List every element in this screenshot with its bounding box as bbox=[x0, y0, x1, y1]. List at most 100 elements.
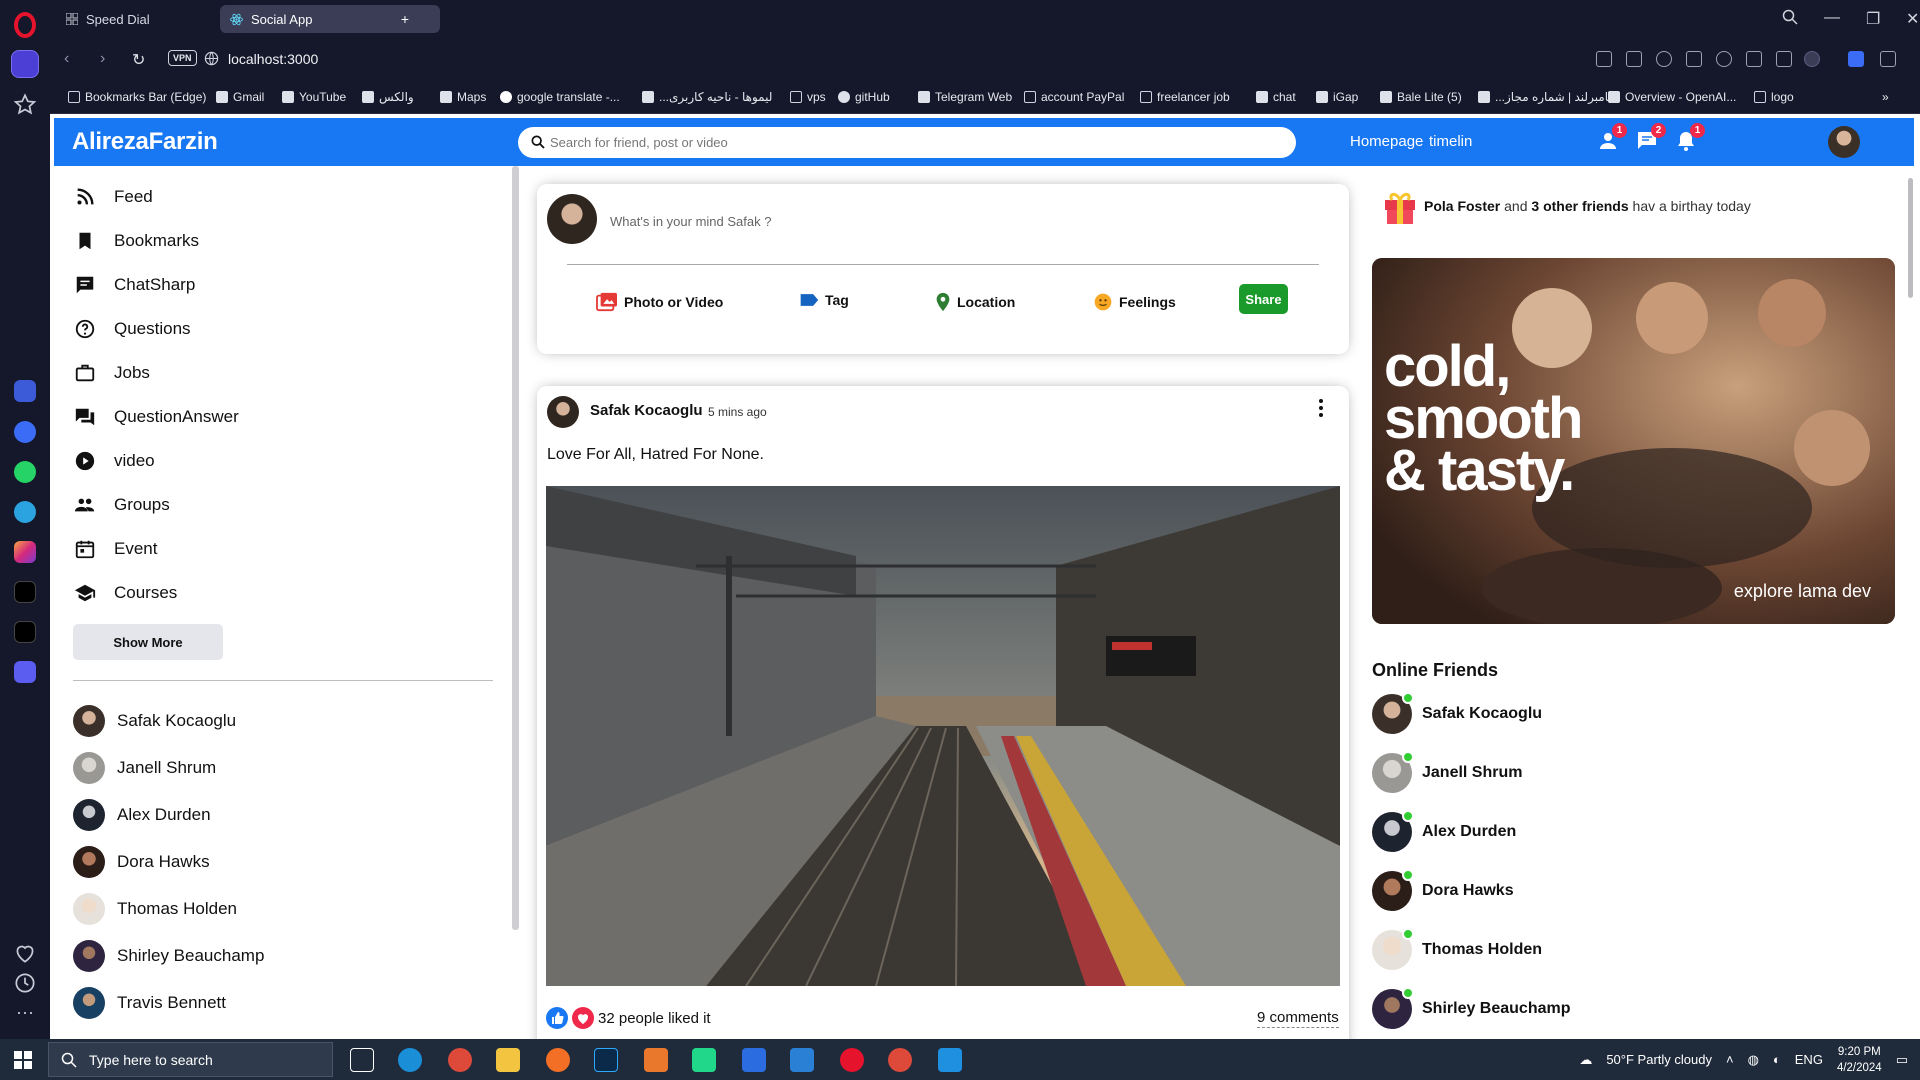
minimize-icon[interactable]: — bbox=[1824, 9, 1840, 27]
restore-icon[interactable]: ❐ bbox=[1866, 9, 1880, 29]
sidebar-item-questionanswer[interactable]: QuestionAnswer bbox=[74, 406, 239, 428]
menu-icon[interactable] bbox=[1776, 51, 1792, 67]
sidebar-item-courses[interactable]: Courses bbox=[74, 582, 177, 604]
profile-icon[interactable] bbox=[1804, 51, 1820, 67]
bookmark-item[interactable]: ...لیموها - ناحیه کاربری bbox=[642, 90, 772, 104]
vscode-icon[interactable] bbox=[938, 1048, 962, 1072]
edit-icon[interactable] bbox=[1596, 51, 1612, 67]
bookmark-item[interactable]: iGap bbox=[1316, 90, 1358, 104]
home-icon[interactable] bbox=[11, 50, 39, 78]
share-option-feelings[interactable]: Feelings bbox=[1093, 292, 1176, 312]
chrome-icon[interactable] bbox=[448, 1048, 472, 1072]
store-icon[interactable] bbox=[742, 1048, 766, 1072]
friend-list-item[interactable]: Safak Kocaoglu bbox=[73, 705, 236, 737]
download-icon[interactable] bbox=[1746, 51, 1762, 67]
chevron-up-icon[interactable]: ˄ bbox=[1726, 1052, 1734, 1067]
share-option-photo[interactable]: Photo or Video bbox=[596, 292, 723, 312]
bookmark-item[interactable]: vps bbox=[790, 90, 826, 104]
opera-icon[interactable] bbox=[840, 1048, 864, 1072]
heart-icon[interactable] bbox=[572, 1007, 594, 1029]
volume-icon[interactable]: ◐ bbox=[1773, 1052, 1781, 1067]
camera-icon[interactable] bbox=[1626, 51, 1642, 67]
telegram-icon[interactable] bbox=[14, 501, 36, 523]
sidebar-item-chatsharp[interactable]: ChatSharp bbox=[74, 274, 195, 296]
sidebar-item-feed[interactable]: Feed bbox=[74, 186, 153, 208]
bookmark-item[interactable]: Bale Lite (5) bbox=[1380, 90, 1462, 104]
forward-icon[interactable]: › bbox=[100, 50, 105, 68]
sidebar-item-bookmarks[interactable]: Bookmarks bbox=[74, 230, 199, 252]
share-button[interactable]: Share bbox=[1239, 284, 1288, 314]
url-field[interactable]: localhost:3000 bbox=[228, 51, 318, 67]
online-friend-item[interactable]: Dora Hawks bbox=[1372, 869, 1514, 911]
like-icon[interactable] bbox=[546, 1007, 568, 1029]
share-option-location[interactable]: Location bbox=[935, 292, 1015, 312]
online-friend-item[interactable]: Safak Kocaoglu bbox=[1372, 692, 1542, 734]
x-icon[interactable] bbox=[14, 621, 36, 643]
notification-center-icon[interactable]: ▭ bbox=[1896, 1052, 1908, 1068]
back-icon[interactable]: ‹ bbox=[64, 50, 69, 68]
nav-homepage-link[interactable]: Homepage bbox=[1350, 133, 1423, 150]
comments-link[interactable]: 9 comments bbox=[1257, 1009, 1339, 1028]
ad-banner[interactable]: cold, smooth & tasty. explore lama dev bbox=[1372, 258, 1895, 624]
online-friend-item[interactable]: Janell Shrum bbox=[1372, 751, 1522, 793]
file-explorer-icon[interactable] bbox=[496, 1048, 520, 1072]
bookmark-item[interactable]: google translate -... bbox=[500, 90, 620, 104]
bookmark-item[interactable]: والکس bbox=[362, 90, 414, 104]
sidebar-item-event[interactable]: Event bbox=[74, 538, 157, 560]
aria-icon[interactable] bbox=[14, 380, 36, 402]
mail-icon[interactable] bbox=[790, 1048, 814, 1072]
online-friend-item[interactable]: Thomas Holden bbox=[1372, 928, 1542, 970]
notifications-icon[interactable]: 1 bbox=[1674, 123, 1705, 153]
chrome-icon[interactable] bbox=[888, 1048, 912, 1072]
language-indicator[interactable]: ENG bbox=[1795, 1052, 1823, 1067]
share-input[interactable]: What's in your mind Safak ? bbox=[610, 214, 771, 229]
reload-icon[interactable]: ↻ bbox=[132, 50, 145, 70]
whatsapp-icon[interactable] bbox=[14, 461, 36, 483]
network-icon[interactable]: ◍ bbox=[1748, 1052, 1759, 1068]
app-logo[interactable]: AlirezaFarzin bbox=[72, 128, 218, 156]
translate-icon[interactable] bbox=[1848, 51, 1864, 67]
tab-speed-dial[interactable]: Speed Dial bbox=[56, 5, 216, 33]
player-icon[interactable] bbox=[14, 661, 36, 683]
sidebar-item-questions[interactable]: Questions bbox=[74, 318, 191, 340]
task-view-icon[interactable] bbox=[350, 1048, 374, 1072]
favorite-icon[interactable] bbox=[1716, 51, 1732, 67]
history-icon[interactable] bbox=[12, 970, 38, 996]
pycharm-icon[interactable] bbox=[692, 1048, 716, 1072]
edge-icon[interactable] bbox=[398, 1048, 422, 1072]
more-vert-icon[interactable] bbox=[1317, 398, 1325, 418]
post-author[interactable]: Safak Kocaoglu bbox=[590, 402, 703, 419]
avatar[interactable] bbox=[547, 396, 579, 428]
star-icon[interactable] bbox=[12, 92, 38, 118]
friends-icon[interactable]: 1 bbox=[1596, 123, 1627, 153]
app-icon[interactable] bbox=[644, 1048, 668, 1072]
nav-timeline-link[interactable]: timelin bbox=[1429, 133, 1472, 150]
friend-list-item[interactable]: Shirley Beauchamp bbox=[73, 940, 264, 972]
friend-list-item[interactable]: Janell Shrum bbox=[73, 752, 216, 784]
taskbar-search-input[interactable]: Type here to search bbox=[48, 1042, 333, 1077]
sidebar-scrollbar[interactable] bbox=[512, 166, 519, 930]
bookmark-item[interactable]: ...نامبرلند | شماره مجاز bbox=[1478, 90, 1612, 104]
messages-icon[interactable]: 2 bbox=[1635, 123, 1666, 153]
weather-text[interactable]: 50°F Partly cloudy bbox=[1606, 1052, 1712, 1067]
opera-logo-icon[interactable] bbox=[14, 12, 36, 38]
play-icon[interactable] bbox=[1686, 51, 1702, 67]
tab-search-icon[interactable] bbox=[1782, 9, 1798, 25]
avatar[interactable] bbox=[1828, 126, 1860, 158]
new-tab-button[interactable]: + bbox=[396, 10, 414, 28]
instagram-icon[interactable] bbox=[14, 541, 36, 563]
bookmarks-overflow-icon[interactable]: » bbox=[1882, 90, 1889, 104]
search-input[interactable] bbox=[550, 127, 1270, 158]
sidebar-item-video[interactable]: video bbox=[74, 450, 155, 472]
photoshop-icon[interactable] bbox=[594, 1048, 618, 1072]
bookmark-item[interactable]: chat bbox=[1256, 90, 1296, 104]
online-friend-item[interactable]: Shirley Beauchamp bbox=[1372, 987, 1571, 1029]
post-image[interactable] bbox=[546, 486, 1340, 986]
firefox-icon[interactable] bbox=[546, 1048, 570, 1072]
bookmark-item[interactable]: YouTube bbox=[282, 90, 346, 104]
heart-icon[interactable] bbox=[12, 940, 38, 966]
clock[interactable]: 9:20 PM 4/2/2024 bbox=[1837, 1044, 1882, 1076]
page-scrollbar[interactable] bbox=[1908, 178, 1913, 298]
bookmark-item[interactable]: Maps bbox=[440, 90, 486, 104]
friend-list-item[interactable]: Alex Durden bbox=[73, 799, 211, 831]
